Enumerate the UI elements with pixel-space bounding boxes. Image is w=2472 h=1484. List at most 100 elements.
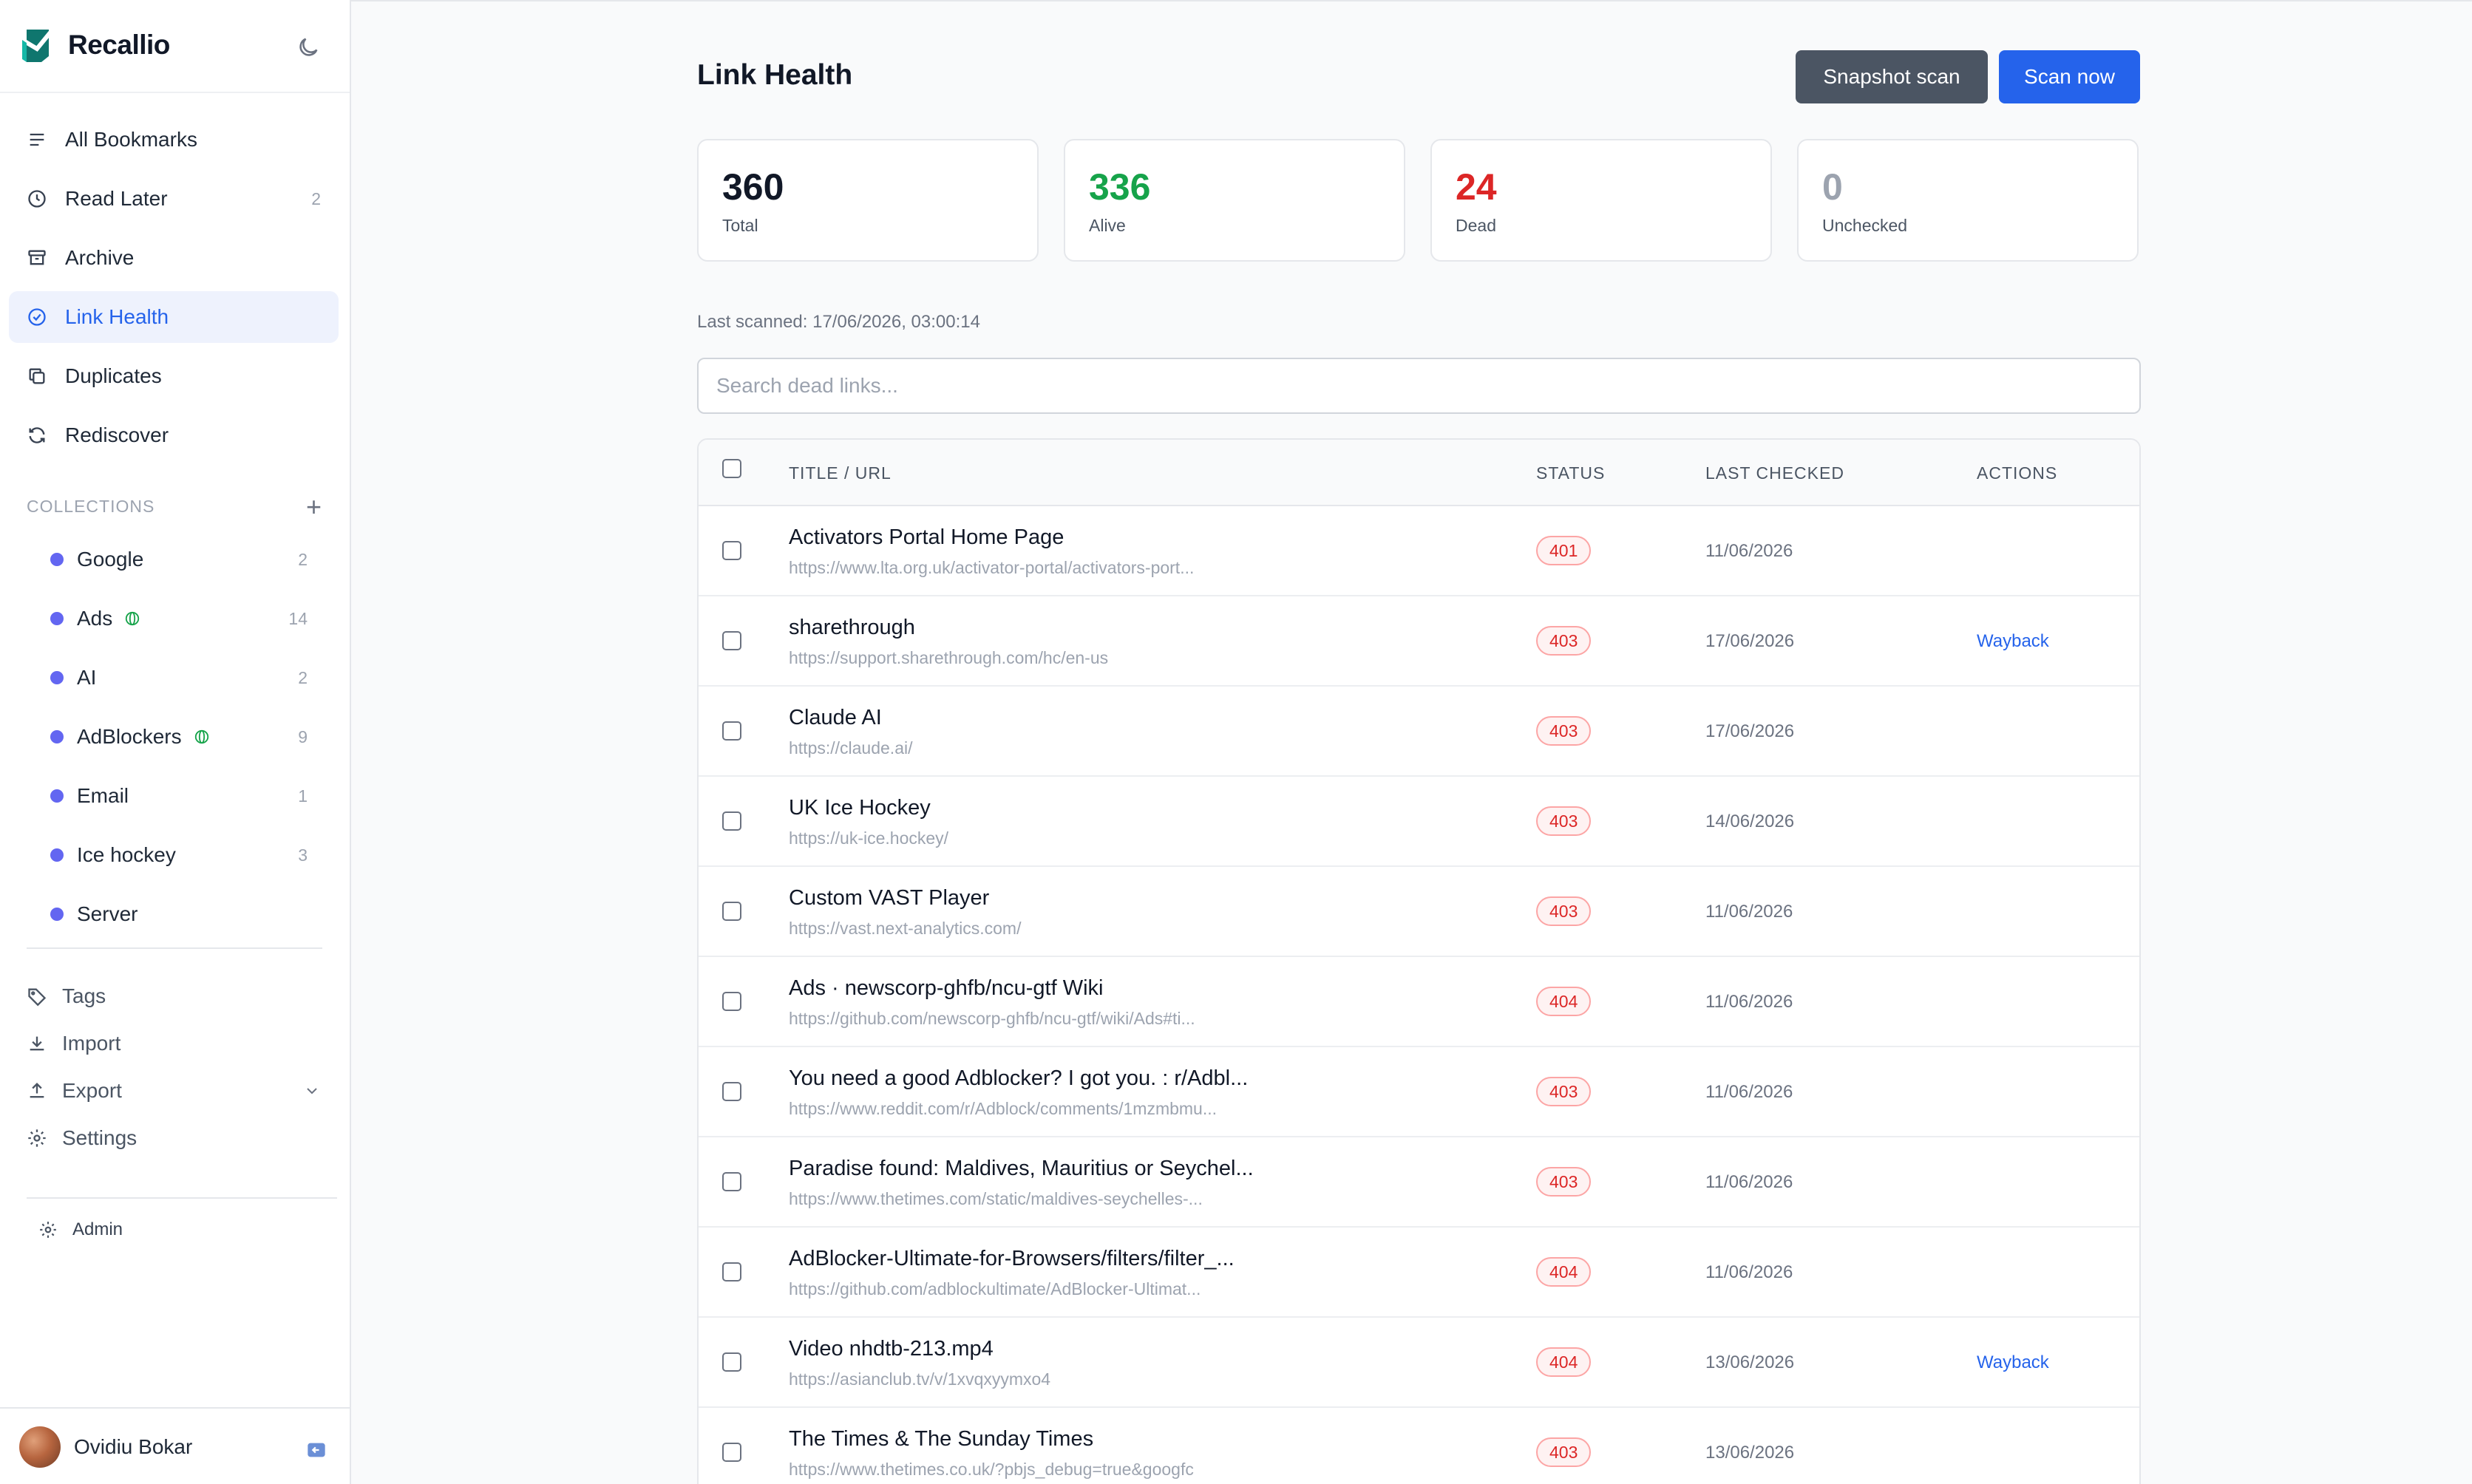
link-url[interactable]: https://www.thetimes.co.uk/?pbjs_debug=t… [789, 1460, 1194, 1480]
link-url[interactable]: https://vast.next-analytics.com/ [789, 919, 1021, 939]
admin-link[interactable]: Admin [38, 1219, 123, 1240]
row-checkbox[interactable] [722, 541, 741, 560]
collection-item-server[interactable]: Server [9, 888, 339, 940]
snapshot-scan-button[interactable]: Snapshot scan [1796, 50, 1988, 103]
nav-item-import[interactable]: Import [9, 1020, 339, 1067]
collection-dot [50, 612, 64, 625]
link-url[interactable]: https://support.sharethrough.com/hc/en-u… [789, 648, 1108, 668]
collection-item-email[interactable]: Email 1 [9, 770, 339, 822]
moon-icon[interactable] [296, 35, 321, 60]
status-badge: 403 [1536, 626, 1592, 656]
link-title[interactable]: Claude AI [789, 706, 882, 730]
last-checked-date: 11/06/2026 [1705, 992, 1793, 1012]
link-title[interactable]: sharethrough [789, 616, 915, 640]
nav-item-archive[interactable]: Archive [9, 232, 339, 284]
nav-item-duplicates[interactable]: Duplicates [9, 350, 339, 402]
collection-item-google[interactable]: Google 2 [9, 534, 339, 585]
row-checkbox[interactable] [722, 811, 741, 831]
collections-list: Google 2 Ads 14 AI 2 AdBlockers 9 Email … [9, 534, 339, 947]
status-badge: 403 [1536, 716, 1592, 746]
link-url[interactable]: https://claude.ai/ [789, 738, 913, 758]
tool-label: Import [62, 1032, 121, 1055]
last-checked-date: 11/06/2026 [1705, 902, 1793, 922]
collection-item-ads[interactable]: Ads 14 [9, 593, 339, 644]
link-url[interactable]: https://www.reddit.com/r/Adblock/comment… [789, 1099, 1217, 1119]
chevron-down-icon[interactable] [303, 1082, 321, 1100]
column-header-title: TITLE / URL [789, 463, 892, 483]
nav-item-settings[interactable]: Settings [9, 1114, 339, 1162]
tool-label: Settings [62, 1126, 137, 1149]
nav-label: Duplicates [65, 364, 162, 387]
app-logo-icon [21, 30, 52, 62]
refresh-icon [27, 425, 47, 446]
row-checkbox[interactable] [722, 1352, 741, 1372]
row-checkbox[interactable] [722, 902, 741, 921]
scan-now-button[interactable]: Scan now [1999, 50, 2140, 103]
link-title[interactable]: The Times & The Sunday Times [789, 1427, 1093, 1451]
collection-dot [50, 908, 64, 921]
link-url[interactable]: https://github.com/newscorp-ghfb/ncu-gtf… [789, 1009, 1195, 1029]
row-checkbox[interactable] [722, 1262, 741, 1282]
collections-heading: COLLECTIONS + [27, 494, 322, 523]
link-title[interactable]: UK Ice Hockey [789, 796, 931, 820]
collection-count: 14 [288, 608, 308, 628]
clock-icon [27, 188, 47, 209]
wayback-link[interactable]: Wayback [1977, 1352, 2049, 1373]
link-title[interactable]: Video nhdtb-213.mp4 [789, 1337, 994, 1361]
link-url[interactable]: https://www.lta.org.uk/activator-portal/… [789, 558, 1194, 578]
collection-count: 9 [298, 726, 308, 746]
download-icon [27, 1033, 47, 1054]
row-checkbox[interactable] [722, 992, 741, 1011]
select-all-checkbox[interactable] [722, 459, 741, 478]
collection-label: Google [77, 548, 144, 571]
nav-item-rediscover[interactable]: Rediscover [9, 409, 339, 461]
link-title[interactable]: Activators Portal Home Page [789, 525, 1064, 550]
brand-header: Recallio [0, 0, 350, 93]
last-checked-date: 11/06/2026 [1705, 1082, 1793, 1102]
row-checkbox[interactable] [722, 631, 741, 650]
gear-icon [27, 1128, 47, 1148]
row-checkbox[interactable] [722, 1443, 741, 1462]
link-title[interactable]: You need a good Adblocker? I got you. : … [789, 1066, 1248, 1091]
stat-card-alive: 336 Alive [1064, 139, 1405, 262]
row-checkbox[interactable] [722, 721, 741, 741]
nav-item-all-bookmarks[interactable]: All Bookmarks [9, 114, 339, 166]
nav-item-export[interactable]: Export [9, 1067, 339, 1114]
tool-label: Tags [62, 984, 106, 1007]
collection-item-ice-hockey[interactable]: Ice hockey 3 [9, 829, 339, 881]
nav-item-link-health[interactable]: Link Health [9, 291, 339, 343]
link-url[interactable]: https://uk-ice.hockey/ [789, 828, 948, 848]
logout-icon[interactable] [306, 1440, 327, 1460]
collection-label: Ice hockey [77, 843, 176, 866]
link-url[interactable]: https://www.thetimes.com/static/maldives… [789, 1189, 1203, 1209]
check-circle-icon [27, 307, 47, 327]
nav-label: Read Later [65, 187, 168, 210]
collection-item-ai[interactable]: AI 2 [9, 652, 339, 704]
nav-label: Rediscover [65, 423, 169, 446]
link-title[interactable]: Custom VAST Player [789, 886, 989, 911]
column-header-status: STATUS [1536, 463, 1606, 483]
nav-item-read-later[interactable]: Read Later 2 [9, 173, 339, 225]
link-url[interactable]: https://asianclub.tv/v/1xvqxyymxo4 [789, 1369, 1050, 1389]
row-checkbox[interactable] [722, 1082, 741, 1101]
add-collection-button[interactable]: + [306, 494, 322, 520]
table-row: Paradise found: Maldives, Mauritius or S… [699, 1137, 2139, 1228]
link-title[interactable]: AdBlocker-Ultimate-for-Browsers/filters/… [789, 1247, 1235, 1271]
row-checkbox[interactable] [722, 1172, 741, 1191]
link-url[interactable]: https://github.com/adblockultimate/AdBlo… [789, 1279, 1201, 1299]
last-checked-date: 17/06/2026 [1705, 631, 1795, 651]
link-title[interactable]: Ads · newscorp-ghfb/ncu-gtf Wiki [789, 976, 1103, 1001]
tag-icon [27, 986, 47, 1007]
status-badge: 403 [1536, 1437, 1592, 1467]
collection-label: AdBlockers [77, 725, 182, 748]
shared-globe-icon [194, 729, 210, 745]
search-input[interactable] [697, 358, 2141, 414]
wayback-link[interactable]: Wayback [1977, 631, 2049, 652]
link-title[interactable]: Paradise found: Maldives, Mauritius or S… [789, 1157, 1254, 1181]
table-row: Video nhdtb-213.mp4 https://asianclub.tv… [699, 1318, 2139, 1408]
stat-value: 24 [1456, 166, 1497, 208]
nav-item-tags[interactable]: Tags [9, 973, 339, 1020]
status-badge: 401 [1536, 536, 1592, 565]
avatar[interactable] [19, 1426, 61, 1468]
collection-item-adblockers[interactable]: AdBlockers 9 [9, 711, 339, 763]
